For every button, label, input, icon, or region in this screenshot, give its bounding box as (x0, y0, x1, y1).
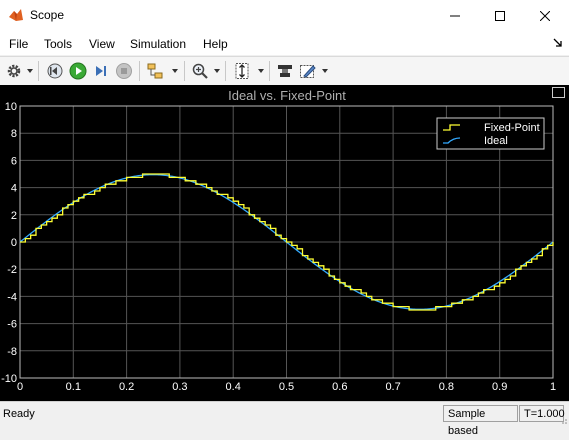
y-tick-label: 4 (11, 183, 17, 195)
close-icon (540, 10, 550, 21)
scale-axes-dropdown-icon[interactable] (258, 69, 264, 73)
toolbar-separator (269, 61, 270, 81)
y-tick-label: -8 (7, 346, 17, 358)
matlab-app-icon (9, 9, 23, 21)
step-back-icon (47, 63, 63, 79)
x-tick-label: 0 (17, 381, 23, 393)
settings-button[interactable] (5, 61, 23, 81)
toolbar-separator (184, 61, 185, 81)
close-button[interactable] (522, 0, 568, 31)
y-tick-label: -10 (1, 373, 17, 385)
menu-view[interactable]: View (89, 37, 115, 51)
signal-select-button[interactable] (145, 61, 167, 81)
step-back-button[interactable] (45, 61, 65, 81)
zoom-dropdown-icon[interactable] (214, 69, 220, 73)
minimize-icon (450, 15, 460, 16)
maximize-button[interactable] (477, 0, 523, 31)
x-tick-label: 0.1 (66, 381, 81, 393)
y-tick-label: -4 (7, 291, 17, 303)
status-bar: Ready Sample based T=1.000 (0, 401, 569, 437)
x-tick-label: 0.8 (439, 381, 454, 393)
toolbar (0, 56, 569, 86)
undock-icon[interactable] (552, 87, 565, 98)
legend: Fixed-Point Ideal (436, 117, 545, 150)
y-tick-label: 10 (5, 101, 17, 113)
y-tick-label: 2 (11, 210, 17, 222)
x-tick-label: 1 (550, 381, 556, 393)
sample-mode-indicator: Sample based (443, 405, 518, 437)
plot-title: Ideal vs. Fixed-Point (228, 88, 346, 103)
cursor-measure-icon (278, 65, 292, 77)
stop-icon (116, 63, 132, 79)
menu-simulation[interactable]: Simulation (130, 37, 186, 51)
y-tick-label: -6 (7, 319, 17, 331)
x-tick-label: 0.2 (119, 381, 134, 393)
menu-bar: File Tools View Simulation Help (0, 31, 569, 55)
simulation-time: T=1.000 (519, 405, 565, 422)
menu-file[interactable]: File (9, 37, 28, 51)
y-tick-label: 0 (11, 237, 17, 249)
zoom-icon (192, 63, 208, 79)
maximize-icon (495, 10, 505, 21)
step-forward-button[interactable] (91, 61, 111, 81)
x-tick-label: 0.7 (385, 381, 400, 393)
signal-select-icon (147, 63, 163, 79)
y-tick-label: 8 (11, 128, 17, 140)
x-tick-label: 0.5 (279, 381, 294, 393)
y-tick-label: 6 (11, 155, 17, 167)
scale-axes-button[interactable] (231, 61, 253, 81)
highlight-icon (300, 65, 316, 78)
dock-arrow-icon[interactable] (553, 38, 563, 48)
highlight-button[interactable] (298, 61, 318, 81)
step-forward-icon (96, 66, 106, 76)
menu-tools[interactable]: Tools (44, 37, 72, 51)
menu-help[interactable]: Help (203, 37, 228, 51)
x-tick-label: 0.4 (226, 381, 241, 393)
title-bar: Scope (0, 0, 569, 31)
signal-select-dropdown-icon[interactable] (172, 69, 178, 73)
x-tick-label: 0.9 (492, 381, 507, 393)
settings-dropdown-icon[interactable] (27, 69, 33, 73)
x-tick-label: 0.3 (172, 381, 187, 393)
scope-display[interactable]: Ideal vs. Fixed-Point 0 0.1 0.2 0.3 0.4 0.5 0.… (0, 85, 569, 401)
zoom-button[interactable] (190, 61, 210, 81)
legend-label-fixed-point: Fixed-Point (484, 122, 540, 134)
highlight-dropdown-icon[interactable] (322, 69, 328, 73)
run-button[interactable] (68, 61, 88, 81)
x-tick-label: 0.6 (332, 381, 347, 393)
plot-canvas: Ideal vs. Fixed-Point 0 0.1 0.2 0.3 0.4 0.5 0.… (1, 88, 556, 393)
gear-icon (7, 64, 21, 78)
y-tick-label: -2 (7, 264, 17, 276)
cursor-measure-button[interactable] (275, 61, 295, 81)
stop-button[interactable] (114, 61, 134, 81)
toolbar-separator (139, 61, 140, 81)
resize-grip-icon[interactable] (559, 416, 567, 424)
status-ready: Ready (3, 408, 35, 420)
window-title: Scope (30, 8, 65, 22)
toolbar-separator (38, 61, 39, 81)
run-icon (69, 62, 87, 80)
legend-label-ideal: Ideal (484, 135, 508, 147)
minimize-button[interactable] (432, 0, 478, 31)
toolbar-separator (225, 61, 226, 81)
scale-axes-icon (235, 63, 249, 79)
